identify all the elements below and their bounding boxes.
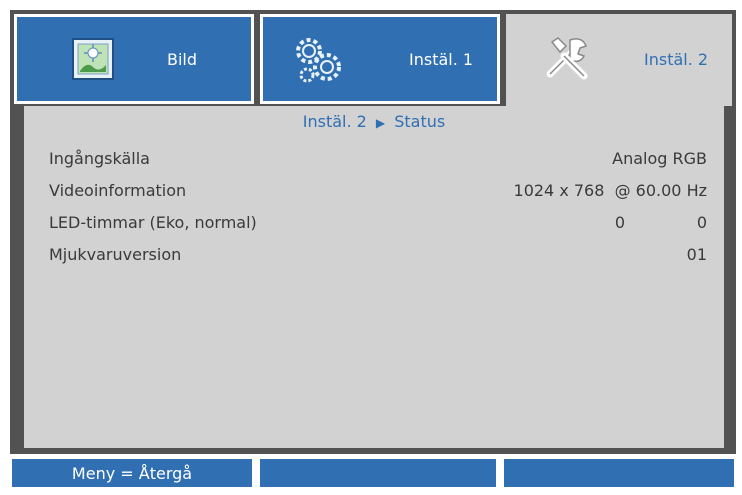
tools-icon: [546, 37, 588, 80]
row-value: 01: [686, 245, 707, 264]
footer-right: [502, 457, 736, 489]
breadcrumb-parent: Instäl. 2: [302, 112, 367, 131]
row-label: LED-timmar (Eko, normal): [49, 213, 257, 232]
tab-label: Instäl. 2: [644, 50, 709, 69]
chevron-right-icon: ▶: [375, 116, 386, 130]
gears-icon: [296, 38, 341, 83]
tab-label: Bild: [167, 50, 198, 69]
led-hours-eco: 0: [614, 213, 625, 232]
row-software-version: Mjukvaruversion 01: [49, 245, 707, 269]
row-video-info: Videoinformation 1024 x 768 @ 60.00 Hz: [49, 181, 707, 205]
led-hours-normal: 0: [696, 213, 707, 232]
tab-label: Instäl. 1: [409, 50, 474, 69]
breadcrumb-current: Status: [394, 112, 446, 131]
row-input-source: Ingångskälla Analog RGB: [49, 149, 707, 173]
picture-icon: [72, 38, 114, 80]
row-label: Videoinformation: [49, 181, 187, 200]
footer-middle: [258, 457, 498, 489]
row-value: 1024 x 768 @ 60.00 Hz: [513, 181, 707, 200]
row-value: Analog RGB: [612, 149, 707, 168]
row-led-hours: LED-timmar (Eko, normal) 0 0: [49, 213, 707, 237]
tab-instal-1[interactable]: Instäl. 1: [260, 14, 500, 104]
back-hint: Meny = Återgå: [10, 457, 254, 489]
breadcrumb: Instäl. 2 ▶ Status: [25, 112, 723, 131]
row-label: Ingångskälla: [49, 149, 150, 168]
tab-bild[interactable]: Bild: [14, 14, 254, 104]
status-panel: Instäl. 2 ▶ Status Ingångskälla Analog R…: [24, 106, 724, 448]
tab-instal-2[interactable]: Instäl. 2: [506, 14, 732, 106]
row-label: Mjukvaruversion: [49, 245, 182, 264]
osd-menu: Bild Instäl. 1 Instäl. 2 Instäl. 2 ▶ Sta…: [10, 10, 736, 454]
